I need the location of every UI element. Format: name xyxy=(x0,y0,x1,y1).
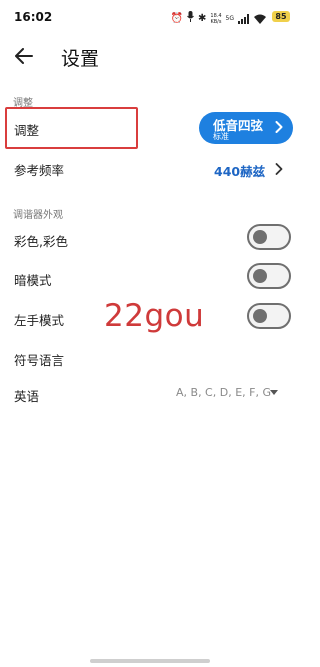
left-hand-toggle[interactable] xyxy=(247,303,291,329)
dark-mode-toggle[interactable] xyxy=(247,263,291,289)
signal-icon xyxy=(238,9,250,28)
toggle-knob xyxy=(253,309,267,323)
section-header-appearance: 调谐器外观 xyxy=(13,210,63,221)
home-indicator xyxy=(90,659,210,663)
color-toggle[interactable] xyxy=(247,224,291,250)
reference-frequency-value[interactable]: 440赫兹 xyxy=(214,161,265,180)
status-time: 16:02 xyxy=(14,10,53,24)
tuning-select-button[interactable]: 低音四弦 标准 xyxy=(199,112,293,144)
mute-icon: ✱ xyxy=(198,12,207,24)
page-title: 设置 xyxy=(61,48,100,70)
color-label: 彩色,彩色 xyxy=(14,234,68,249)
chevron-right-icon xyxy=(275,121,283,133)
toggle-knob xyxy=(253,269,267,283)
status-bar: 16:02 ⏰ ✱ 18.4 KB/s 5G 85 xyxy=(0,0,300,34)
notation-header: 符号语言 xyxy=(14,353,65,368)
dropdown-arrow-icon xyxy=(270,390,278,395)
reference-frequency-label: 参考频率 xyxy=(14,163,65,178)
back-button[interactable] xyxy=(10,42,38,70)
dark-mode-label: 暗模式 xyxy=(14,273,52,288)
arrow-left-icon xyxy=(15,48,33,64)
data-speed: 18.4 KB/s xyxy=(210,12,222,25)
app-bar: 设置 xyxy=(0,34,300,78)
status-icons: ⏰ ✱ 18.4 KB/s 5G xyxy=(171,9,266,28)
left-hand-label: 左手模式 xyxy=(14,313,65,328)
tuning-subvalue: 标准 xyxy=(213,132,229,141)
wifi-icon xyxy=(254,9,266,28)
battery-indicator: 85 xyxy=(272,11,290,22)
network-type: 5G xyxy=(225,14,234,22)
alarm-icon: ⏰ xyxy=(170,12,183,24)
chevron-right-icon xyxy=(275,163,283,175)
language-select-value[interactable]: A, B, C, D, E, F, G xyxy=(176,386,271,399)
language-label: 英语 xyxy=(14,389,40,404)
watermark-text: 22gou xyxy=(104,298,205,334)
mic-icon xyxy=(187,11,194,26)
highlight-box xyxy=(5,107,138,149)
toggle-knob xyxy=(253,230,267,244)
